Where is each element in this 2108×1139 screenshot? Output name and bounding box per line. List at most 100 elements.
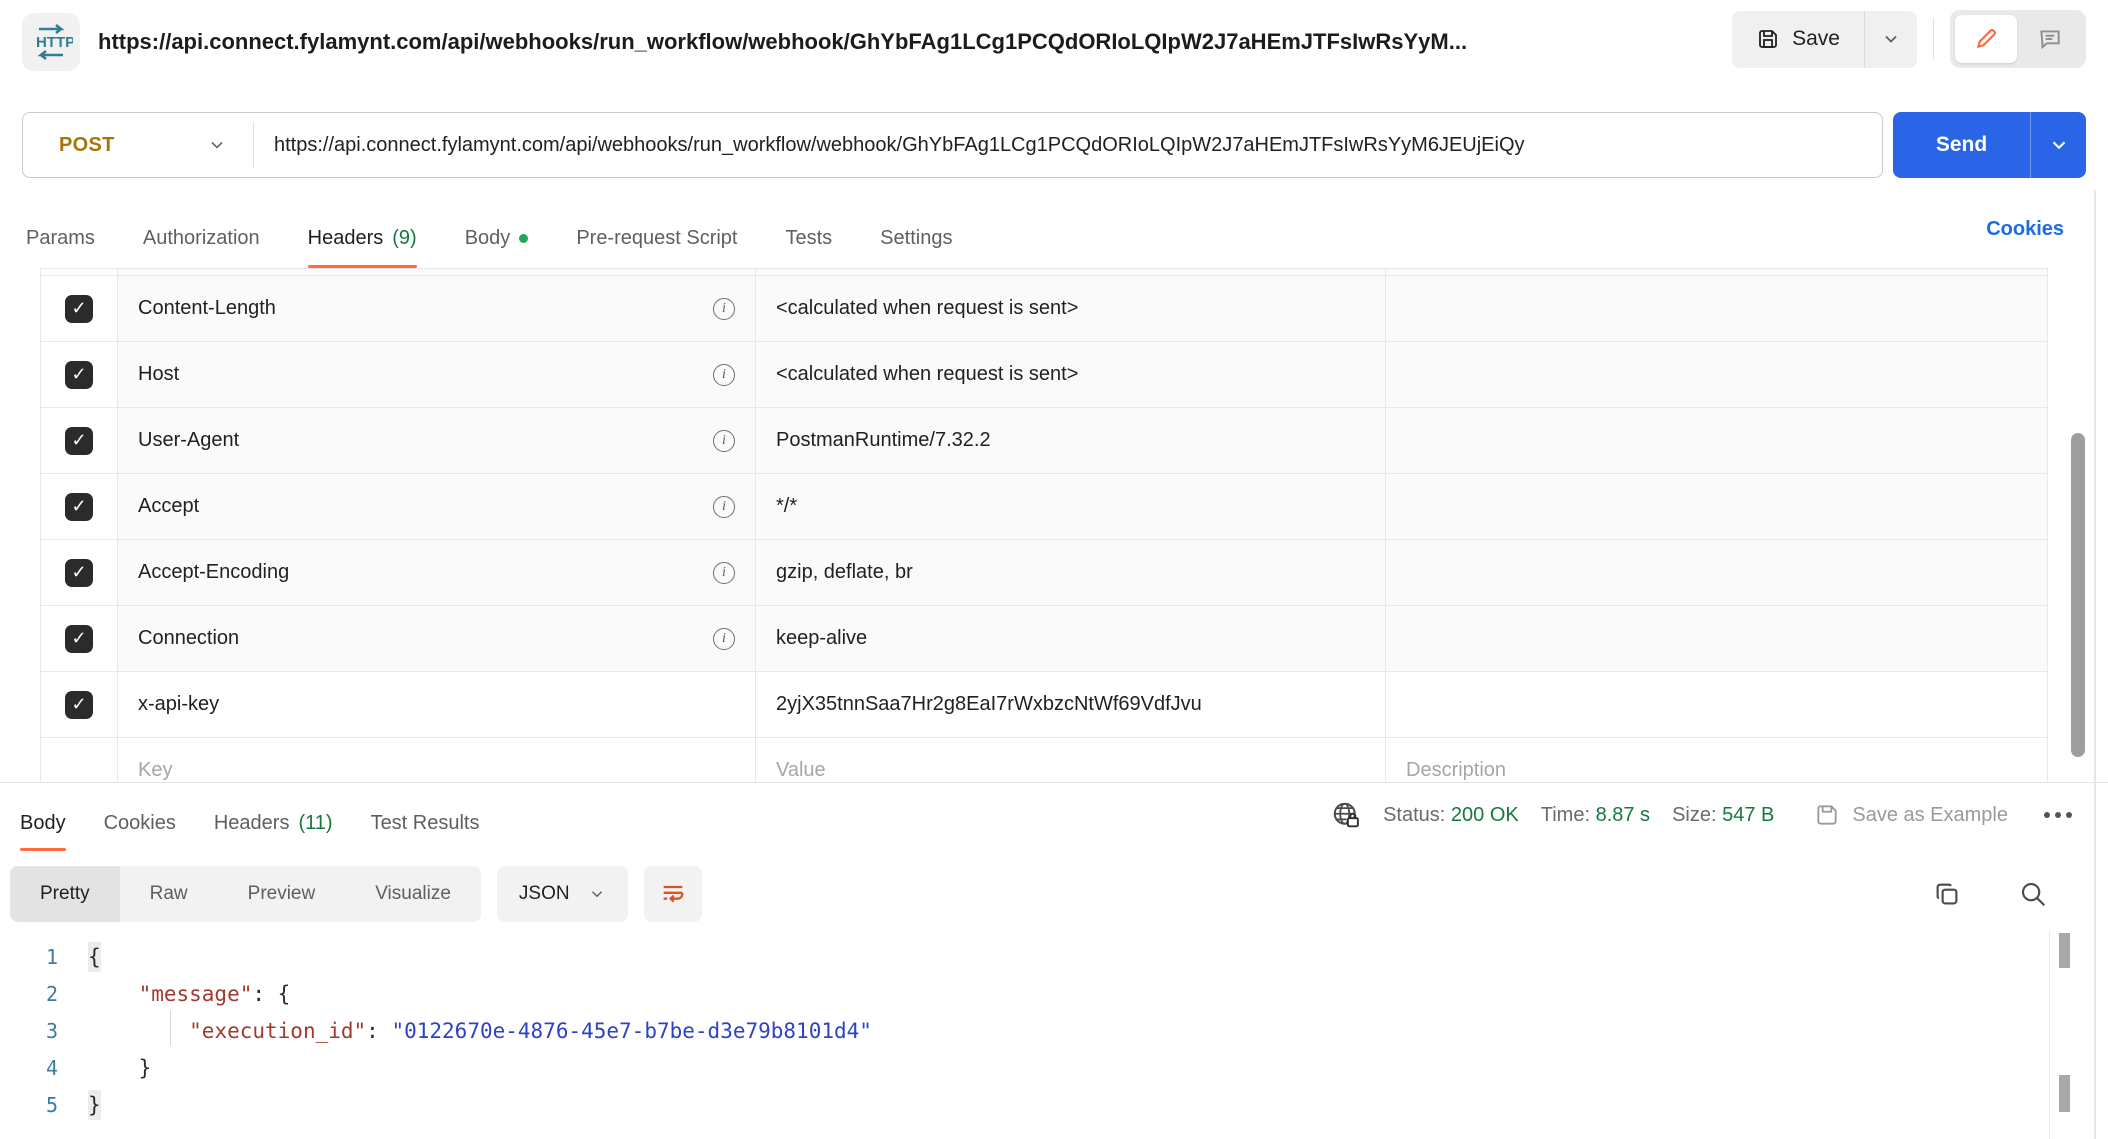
info-icon[interactable]: i bbox=[713, 562, 735, 584]
save-options-caret[interactable] bbox=[1864, 11, 1917, 68]
description-cell[interactable] bbox=[1386, 606, 2048, 671]
format-dropdown[interactable]: JSON bbox=[497, 866, 628, 922]
copy-button[interactable] bbox=[1932, 879, 1962, 909]
floppy-save-icon bbox=[1756, 27, 1780, 51]
network-globe-lock-icon[interactable] bbox=[1331, 800, 1361, 830]
value-cell[interactable]: */* bbox=[756, 474, 1386, 539]
status-value: 200 OK bbox=[1451, 804, 1519, 826]
checkbox-cell: ✓ bbox=[41, 408, 118, 473]
format-selected: JSON bbox=[519, 883, 570, 905]
key-cell[interactable]: Hosti bbox=[118, 342, 756, 407]
value-cell[interactable]: <calculated when request is sent> bbox=[756, 342, 1386, 407]
send-button[interactable]: Send bbox=[1893, 112, 2086, 178]
comment-icon bbox=[2037, 26, 2063, 52]
view-tab-visualize[interactable]: Visualize bbox=[345, 866, 481, 922]
code-text: "message": { bbox=[88, 982, 290, 1006]
value-cell[interactable]: <calculated when request is sent> bbox=[756, 276, 1386, 341]
right-edge-border bbox=[2094, 190, 2096, 1139]
response-scrollbar-thumb-top[interactable] bbox=[2059, 933, 2070, 968]
checkbox-cell: ✓ bbox=[41, 606, 118, 671]
chevron-down-icon bbox=[2048, 134, 2070, 156]
search-button[interactable] bbox=[2018, 879, 2048, 909]
key-cell[interactable]: Accept-Encodingi bbox=[118, 540, 756, 605]
info-icon[interactable]: i bbox=[713, 496, 735, 518]
edit-mode-button[interactable] bbox=[1955, 15, 2017, 63]
description-cell[interactable] bbox=[1386, 474, 2048, 539]
description-cell[interactable] bbox=[1386, 276, 2048, 341]
desc-cell[interactable]: Description bbox=[1386, 738, 2048, 782]
row-checkbox[interactable]: ✓ bbox=[65, 625, 93, 653]
row-checkbox[interactable]: ✓ bbox=[65, 427, 93, 455]
send-options-caret[interactable] bbox=[2030, 112, 2086, 178]
key-cell[interactable]: Content-Lengthi bbox=[118, 276, 756, 341]
view-tab-raw[interactable]: Raw bbox=[120, 866, 218, 922]
key-cell[interactable]: Key bbox=[118, 738, 756, 782]
save-as-example-button[interactable]: Save as Example bbox=[1814, 802, 2008, 828]
floppy-save-icon bbox=[1814, 802, 1840, 828]
header-key: Accept bbox=[138, 495, 199, 518]
size-value: 547 B bbox=[1722, 804, 1774, 826]
row-checkbox[interactable]: ✓ bbox=[65, 361, 93, 389]
view-tab-preview[interactable]: Preview bbox=[218, 866, 346, 922]
tab-settings[interactable]: Settings bbox=[880, 227, 952, 268]
value-cell[interactable]: PostmanRuntime/7.32.2 bbox=[756, 408, 1386, 473]
code-text: "execution_id": "0122670e-4876-45e7-b7be… bbox=[88, 1019, 872, 1043]
tab-pre-request-script[interactable]: Pre-request Script bbox=[576, 227, 737, 268]
status-pair: Status: 200 OK bbox=[1383, 804, 1519, 827]
checkbox-cell: ✓ bbox=[41, 474, 118, 539]
description-cell[interactable] bbox=[1386, 672, 2048, 737]
tab-body[interactable]: Body bbox=[465, 227, 529, 268]
response-tab-headers[interactable]: Headers(11) bbox=[214, 812, 333, 851]
description-cell[interactable] bbox=[1386, 342, 2048, 407]
value-cell[interactable]: Value bbox=[756, 738, 1386, 782]
key-cell[interactable]: x-api-key bbox=[118, 672, 756, 737]
save-as-example-label: Save as Example bbox=[1852, 804, 2008, 827]
row-checkbox[interactable]: ✓ bbox=[65, 493, 93, 521]
method-dropdown[interactable]: POST bbox=[23, 113, 253, 177]
description-cell[interactable] bbox=[1386, 540, 2048, 605]
key-cell[interactable]: Connectioni bbox=[118, 606, 756, 671]
checkbox-cell: ✓ bbox=[41, 342, 118, 407]
row-checkbox[interactable]: ✓ bbox=[65, 691, 93, 719]
tab-label: Settings bbox=[880, 227, 952, 250]
info-icon[interactable]: i bbox=[713, 364, 735, 386]
key-cell[interactable]: User-Agenti bbox=[118, 408, 756, 473]
checkbox-cell bbox=[41, 738, 118, 782]
save-button[interactable]: Save bbox=[1732, 11, 1864, 68]
code-gutter-border bbox=[2049, 930, 2050, 1139]
more-options-icon[interactable] bbox=[2044, 812, 2072, 818]
value-cell[interactable]: keep-alive bbox=[756, 606, 1386, 671]
response-tab-test-results[interactable]: Test Results bbox=[371, 812, 480, 851]
tab-params[interactable]: Params bbox=[26, 227, 95, 268]
info-icon[interactable]: i bbox=[713, 430, 735, 452]
tab-authorization[interactable]: Authorization bbox=[143, 227, 260, 268]
value-cell[interactable]: gzip, deflate, br bbox=[756, 540, 1386, 605]
toolbar-right-icons bbox=[1932, 866, 2048, 922]
url-input[interactable] bbox=[254, 134, 1882, 157]
info-icon[interactable]: i bbox=[713, 298, 735, 320]
view-tab-pretty[interactable]: Pretty bbox=[10, 866, 120, 922]
response-tab-cookies[interactable]: Cookies bbox=[104, 812, 176, 851]
edit-comment-toggle bbox=[1950, 10, 2086, 68]
response-meta: Status: 200 OK Time: 8.87 s Size: 547 B … bbox=[1331, 783, 2072, 847]
cookies-link[interactable]: Cookies bbox=[1986, 218, 2064, 241]
key-cell[interactable]: Accept i bbox=[118, 474, 756, 539]
row-checkbox[interactable]: ✓ bbox=[65, 559, 93, 587]
main-scrollbar-thumb[interactable] bbox=[2071, 433, 2085, 757]
wrap-text-button[interactable] bbox=[644, 866, 702, 922]
response-scrollbar-thumb-bottom[interactable] bbox=[2059, 1075, 2070, 1112]
comments-button[interactable] bbox=[2019, 15, 2081, 63]
tab-tests[interactable]: Tests bbox=[785, 227, 832, 268]
tab-headers[interactable]: Headers(9) bbox=[308, 227, 417, 268]
row-checkbox[interactable]: ✓ bbox=[65, 295, 93, 323]
info-icon[interactable]: i bbox=[713, 628, 735, 650]
header-key: x-api-key bbox=[138, 693, 219, 716]
response-tab-body[interactable]: Body bbox=[20, 812, 66, 851]
value-cell[interactable]: 2yjX35tnnSaa7Hr2g8EaI7rWxbzcNtWf69VdfJvu bbox=[756, 672, 1386, 737]
header-value: <calculated when request is sent> bbox=[776, 297, 1078, 320]
table-row-empty: KeyValueDescription bbox=[41, 738, 2047, 782]
chevron-down-icon bbox=[1881, 29, 1901, 49]
header-value: <calculated when request is sent> bbox=[776, 363, 1078, 386]
line-number: 5 bbox=[0, 1093, 88, 1117]
description-cell[interactable] bbox=[1386, 408, 2048, 473]
